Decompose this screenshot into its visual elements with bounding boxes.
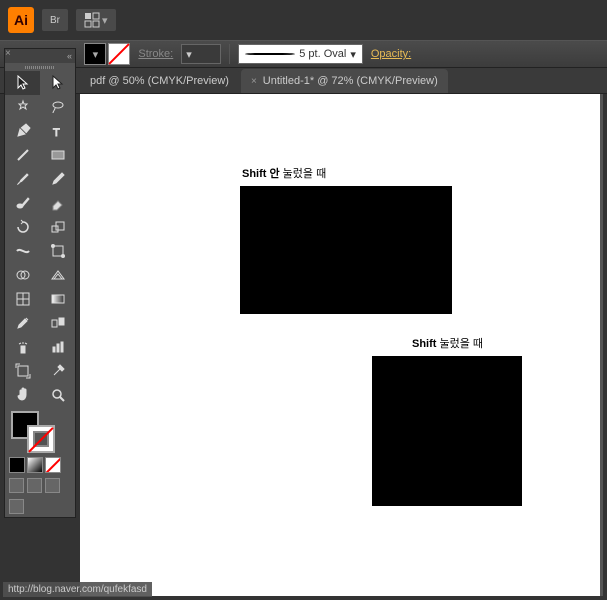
eraser-tool[interactable]	[40, 191, 75, 215]
fill-swatch[interactable]: ▾	[84, 43, 106, 65]
stroke-swatch[interactable]	[108, 43, 130, 65]
perspective-grid-tool[interactable]	[40, 263, 75, 287]
gradient-tool[interactable]	[40, 287, 75, 311]
bridge-button[interactable]: Br	[42, 9, 68, 31]
draw-behind-button[interactable]	[27, 478, 42, 493]
color-swatches	[5, 407, 75, 455]
screen-mode-button[interactable]	[9, 499, 24, 514]
draw-mode-button[interactable]	[9, 478, 24, 493]
screen-mode-row	[5, 475, 75, 496]
document-tab[interactable]: pdf @ 50% (CMYK/Preview)	[80, 69, 239, 93]
text-label: Shift 눌렀을 때	[412, 334, 483, 351]
rotate-tool[interactable]	[5, 215, 40, 239]
blob-brush-tool[interactable]	[5, 191, 40, 215]
svg-text:T: T	[53, 127, 60, 139]
panel-grip[interactable]	[5, 63, 75, 71]
zoom-tool[interactable]	[40, 383, 75, 407]
brush-preview-icon	[245, 53, 295, 55]
color-mode-button[interactable]	[9, 457, 25, 473]
tab-label: Untitled-1* @ 72% (CMYK/Preview)	[263, 75, 438, 87]
footer-url: http://blog.naver.com/qufekfasd	[3, 582, 152, 597]
artboard-tool[interactable]	[5, 359, 40, 383]
line-tool[interactable]	[5, 143, 40, 167]
shape-builder-tool[interactable]	[5, 263, 40, 287]
magic-wand-tool[interactable]	[5, 95, 40, 119]
artboard[interactable]: Shift 안 눌렀을 때 Shift 눌렀을 때	[80, 94, 600, 596]
stroke-label[interactable]: Stroke:	[138, 48, 173, 60]
none-mode-button[interactable]	[45, 457, 61, 473]
color-mode-row	[5, 455, 75, 475]
scale-tool[interactable]	[40, 215, 75, 239]
panel-collapse-icon[interactable]: «	[5, 49, 75, 63]
panel-close-icon[interactable]: ×	[5, 48, 11, 59]
stroke-color-swatch[interactable]	[27, 425, 55, 453]
type-tool[interactable]: T	[40, 119, 75, 143]
hand-tool[interactable]	[5, 383, 40, 407]
close-icon[interactable]: ×	[251, 76, 257, 87]
screen-mode-row2	[5, 496, 75, 517]
slice-tool[interactable]	[40, 359, 75, 383]
direct-select-tool[interactable]	[40, 71, 75, 95]
gradient-mode-button[interactable]	[27, 457, 43, 473]
pen-tool[interactable]	[5, 119, 40, 143]
arrange-documents-button[interactable]: ▾	[76, 9, 116, 31]
control-bar: No Selection ▾ Stroke: ▾ 5 pt. Oval ▾ Op…	[0, 40, 607, 68]
app-menubar: Ai Br ▾	[0, 0, 607, 40]
selection-tool[interactable]	[5, 71, 40, 95]
pencil-tool[interactable]	[40, 167, 75, 191]
opacity-label[interactable]: Opacity:	[371, 48, 411, 60]
divider	[229, 44, 230, 64]
stroke-weight-input[interactable]: ▾	[181, 44, 221, 64]
square-shape[interactable]	[372, 356, 522, 506]
mesh-tool[interactable]	[5, 287, 40, 311]
paintbrush-tool[interactable]	[5, 167, 40, 191]
rectangle-tool[interactable]	[40, 143, 75, 167]
rectangle-shape[interactable]	[240, 186, 452, 314]
graph-tool[interactable]	[40, 335, 75, 359]
tools-panel: « T	[4, 48, 76, 518]
width-tool[interactable]	[5, 239, 40, 263]
eyedropper-tool[interactable]	[5, 311, 40, 335]
tab-label: pdf @ 50% (CMYK/Preview)	[90, 75, 229, 87]
free-transform-tool[interactable]	[40, 239, 75, 263]
brush-select[interactable]: 5 pt. Oval ▾	[238, 44, 363, 64]
draw-inside-button[interactable]	[45, 478, 60, 493]
document-tab[interactable]: × Untitled-1* @ 72% (CMYK/Preview)	[241, 69, 448, 93]
lasso-tool[interactable]	[40, 95, 75, 119]
grid-icon	[84, 12, 100, 28]
blend-tool[interactable]	[40, 311, 75, 335]
app-logo-icon[interactable]: Ai	[8, 7, 34, 33]
document-tabs: pdf @ 50% (CMYK/Preview) × Untitled-1* @…	[0, 68, 607, 94]
canvas-area[interactable]: Shift 안 눌렀을 때 Shift 눌렀을 때	[80, 94, 603, 596]
symbol-sprayer-tool[interactable]	[5, 335, 40, 359]
text-label: Shift 안 눌렀을 때	[242, 164, 326, 181]
